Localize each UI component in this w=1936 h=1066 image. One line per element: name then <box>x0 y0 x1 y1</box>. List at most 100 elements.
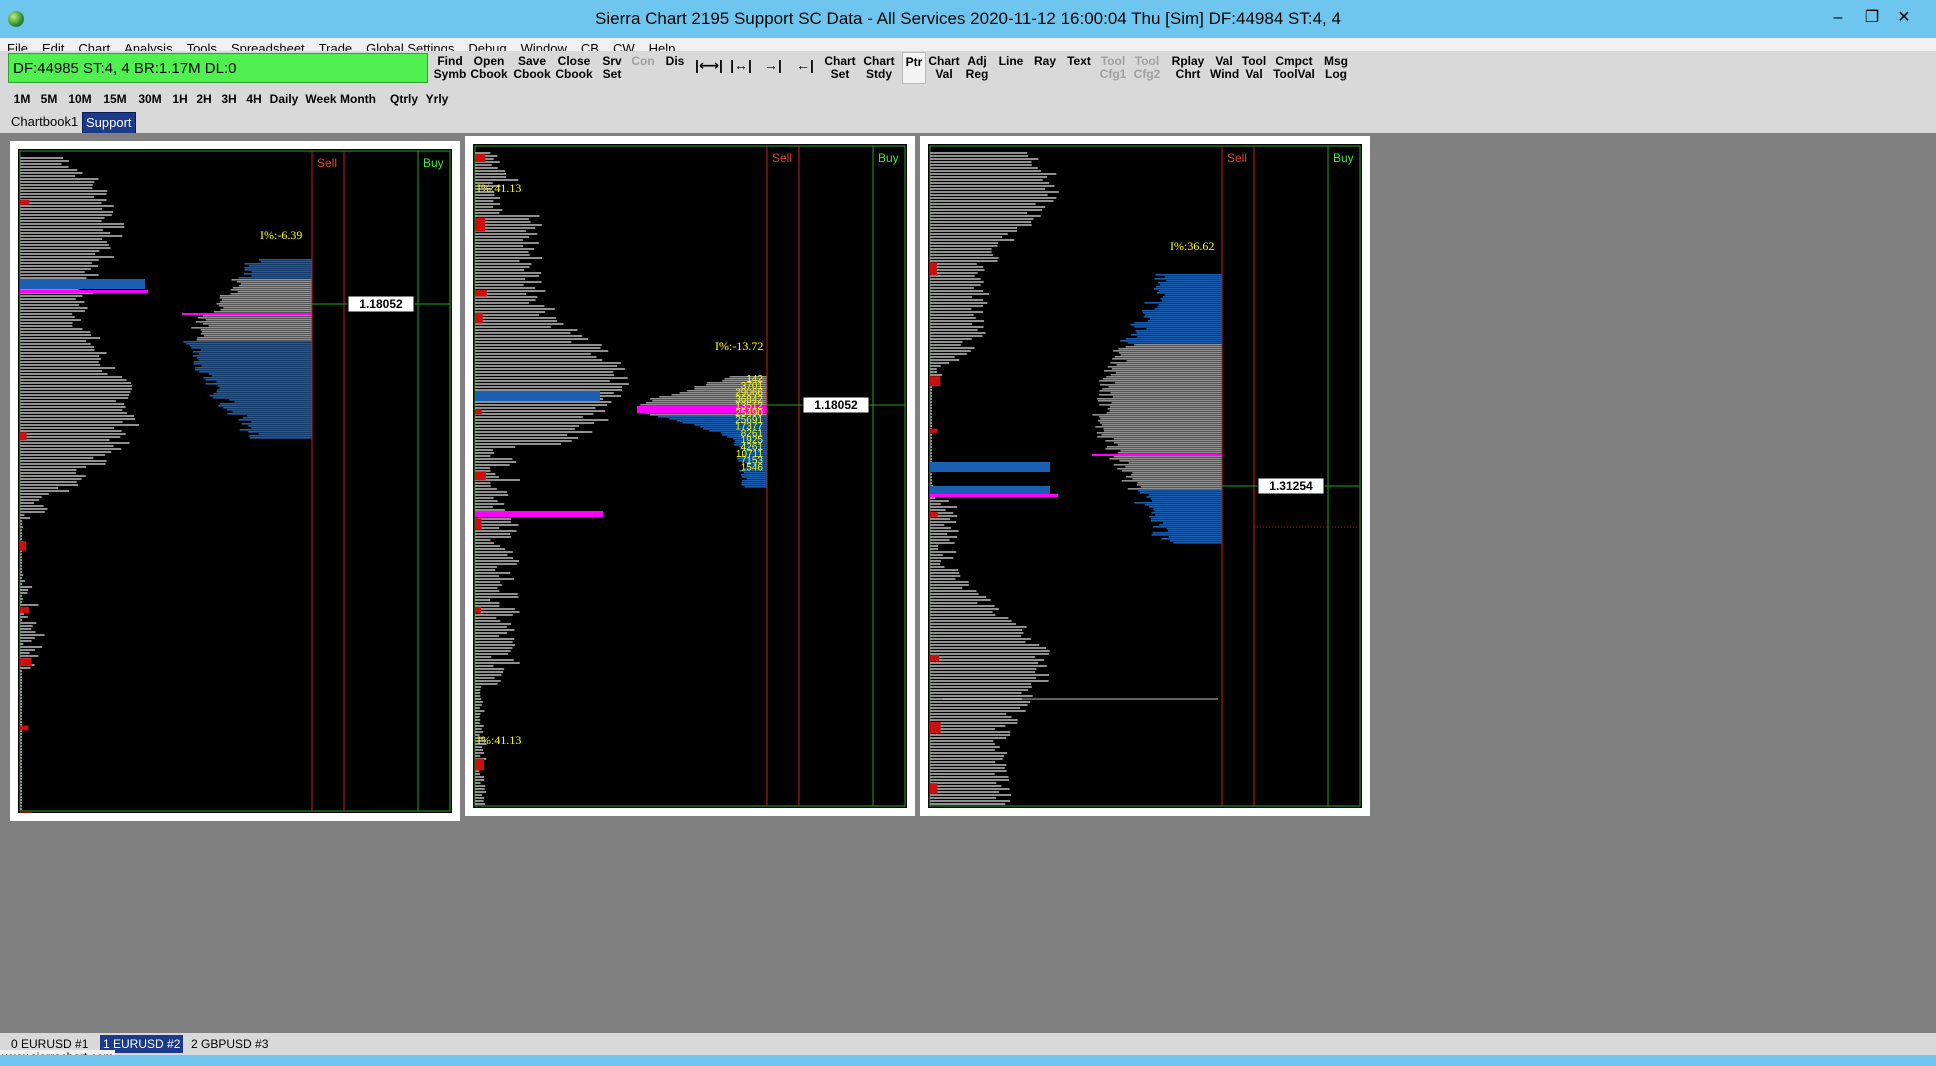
profile-bar <box>930 422 932 424</box>
toolbar-button-text-18[interactable]: Text <box>1064 52 1094 84</box>
profile-bar <box>20 529 22 531</box>
timeframe-4h[interactable]: 4H <box>243 89 265 109</box>
timeframe-1m[interactable]: 1M <box>11 89 33 109</box>
sell-profile-bar <box>1126 360 1222 362</box>
sell-profile-bar <box>196 357 312 359</box>
toolbar-button-findsymb-0[interactable]: Find Symb <box>432 52 468 84</box>
toolbar-button-ray-17[interactable]: Ray <box>1030 52 1060 84</box>
toolbar-button-ptr-13[interactable]: Ptr <box>902 52 926 84</box>
profile-bar <box>930 209 1043 211</box>
toolbar-button-closecbook-3[interactable]: Close Cbook <box>554 52 594 84</box>
chartbook-tab-chartbook1[interactable]: Chartbook1 <box>8 112 81 132</box>
toolbar-button-msglog-25[interactable]: Msg Log <box>1322 52 1350 84</box>
profile-bar <box>930 659 1044 661</box>
profile-bar <box>20 601 22 603</box>
profile-bar <box>20 571 22 573</box>
timeframe-2h[interactable]: 2H <box>194 89 214 109</box>
profile-bar <box>20 598 23 600</box>
chart-panel-1[interactable]: Sell Buy 1.18052 I%:-6.39 <box>10 141 460 821</box>
chartbook-tab-support[interactable]: Support <box>82 112 136 134</box>
profile-bar <box>20 250 100 252</box>
toolbar-button-chartval-14[interactable]: Chart Val <box>928 52 960 84</box>
chart-tab-2[interactable]: 2 GBPUSD #3 <box>188 1035 271 1053</box>
toolbar-button-chartset-11[interactable]: Chart Set <box>822 52 858 84</box>
chart-border <box>474 145 906 807</box>
toolbar-button-valwind-22[interactable]: Val Wind <box>1210 52 1239 84</box>
profile-bar <box>475 197 500 199</box>
chart-panel-3[interactable]: Sell Buy 1.31254 I%:36.62 <box>920 136 1370 816</box>
timeframe-qtrly[interactable]: Qtrly <box>388 89 420 109</box>
profile-bar <box>20 778 22 780</box>
timeframe-1h[interactable]: 1H <box>170 89 190 109</box>
buy-label: Buy <box>423 156 444 170</box>
profile-bar <box>930 662 1038 664</box>
profile-bar-blue <box>930 462 1050 472</box>
sell-profile-bar <box>1134 322 1222 324</box>
profile-bar <box>930 296 973 298</box>
timeframe-15m[interactable]: 15M <box>100 89 130 109</box>
profile-bar <box>475 482 491 484</box>
toolbar-button-opencbook-1[interactable]: Open Cbook <box>470 52 508 84</box>
toolbar-button--10[interactable]: ←|→ <box>790 52 820 99</box>
toolbar-button-srvset-4[interactable]: Srv Set <box>598 52 626 84</box>
timeframe-5m[interactable]: 5M <box>38 89 60 109</box>
toolbar-button-line-16[interactable]: Line <box>996 52 1026 84</box>
profile-bar <box>475 341 572 343</box>
profile-bar <box>20 517 31 519</box>
toolbar-button-rplaychrt-21[interactable]: Rplay Chrt <box>1168 52 1208 84</box>
sell-label: Sell <box>317 156 337 170</box>
profile-bar <box>475 797 485 799</box>
chart-canvas[interactable]: Sell Buy 1.18052 I%:41.13 I%:-13.72 I%:41.13 1… <box>473 144 907 808</box>
profile-bar <box>930 233 1008 235</box>
profile-bar <box>20 418 136 420</box>
toolbar-button-toolval-23[interactable]: Tool Val <box>1240 52 1268 84</box>
toolbar-label: Dis <box>665 54 685 68</box>
toolbar-button-chartstdy-12[interactable]: Chart Stdy <box>860 52 898 84</box>
profile-bar <box>930 569 958 571</box>
chart-canvas[interactable]: Sell Buy 1.31254 I%:36.62 <box>928 144 1362 808</box>
timeframe-10m[interactable]: 10M <box>64 89 96 109</box>
toolbar-button-toolcfg1-19[interactable]: Tool Cfg1 <box>1098 52 1128 84</box>
toolbar-button-cmpcttoolval-24[interactable]: Cmpct ToolVal <box>1270 52 1318 84</box>
toolbar-button--7[interactable]: |⟷| <box>694 52 724 84</box>
toolbar-button--8[interactable]: |↔| <box>726 52 756 84</box>
timeframe-week[interactable]: Week <box>304 89 338 109</box>
sell-profile-bar <box>238 277 312 279</box>
toolbar-button-toolcfg2-20[interactable]: Tool Cfg2 <box>1132 52 1162 84</box>
profile-bar <box>20 226 125 228</box>
profile-bar <box>930 755 1004 757</box>
profile-bar <box>475 212 500 214</box>
sell-profile-bar <box>237 291 312 293</box>
profile-bar <box>930 200 1054 202</box>
sell-profile-bar <box>1157 282 1222 284</box>
toolbar-button--9[interactable]: →|← <box>758 52 788 99</box>
close-icon[interactable]: ✕ <box>1884 6 1924 30</box>
sell-profile-bar <box>223 407 312 409</box>
toolbar-button-adjreg-15[interactable]: Adj Reg <box>962 52 992 84</box>
profile-bar <box>20 358 101 360</box>
timeframe-yrly[interactable]: Yrly <box>424 89 450 109</box>
toolbar-button-con-5[interactable]: Con <box>628 52 658 84</box>
toolbar-button-savecbook-2[interactable]: Save Cbook <box>512 52 552 84</box>
timeframe-30m[interactable]: 30M <box>134 89 166 109</box>
profile-bar <box>930 794 1012 796</box>
profile-bar-red <box>930 721 941 733</box>
toolbar-button-dis-6[interactable]: Dis <box>660 52 690 84</box>
profile-bar <box>20 433 126 435</box>
profile-bar <box>475 698 482 700</box>
profile-bar <box>930 212 1028 214</box>
timeframe-3h[interactable]: 3H <box>218 89 240 109</box>
profile-bar <box>930 788 1010 790</box>
profile-bar <box>930 740 994 742</box>
sell-profile-bar <box>1166 280 1222 282</box>
profile-bar <box>930 632 1024 634</box>
sell-profile-bar <box>227 413 312 415</box>
sell-profile-bar <box>1117 468 1222 470</box>
chart-panel-2[interactable]: Sell Buy 1.18052 I%:41.13 I%:-13.72 I%:41.13 1… <box>465 136 915 816</box>
profile-bar <box>475 587 498 589</box>
timeframe-month[interactable]: Month <box>338 89 378 109</box>
timeframe-daily[interactable]: Daily <box>268 89 300 109</box>
profile-bar-red <box>475 471 486 481</box>
chart-canvas[interactable]: Sell Buy 1.18052 I%:-6.39 <box>18 149 452 813</box>
profile-bar <box>475 599 491 601</box>
